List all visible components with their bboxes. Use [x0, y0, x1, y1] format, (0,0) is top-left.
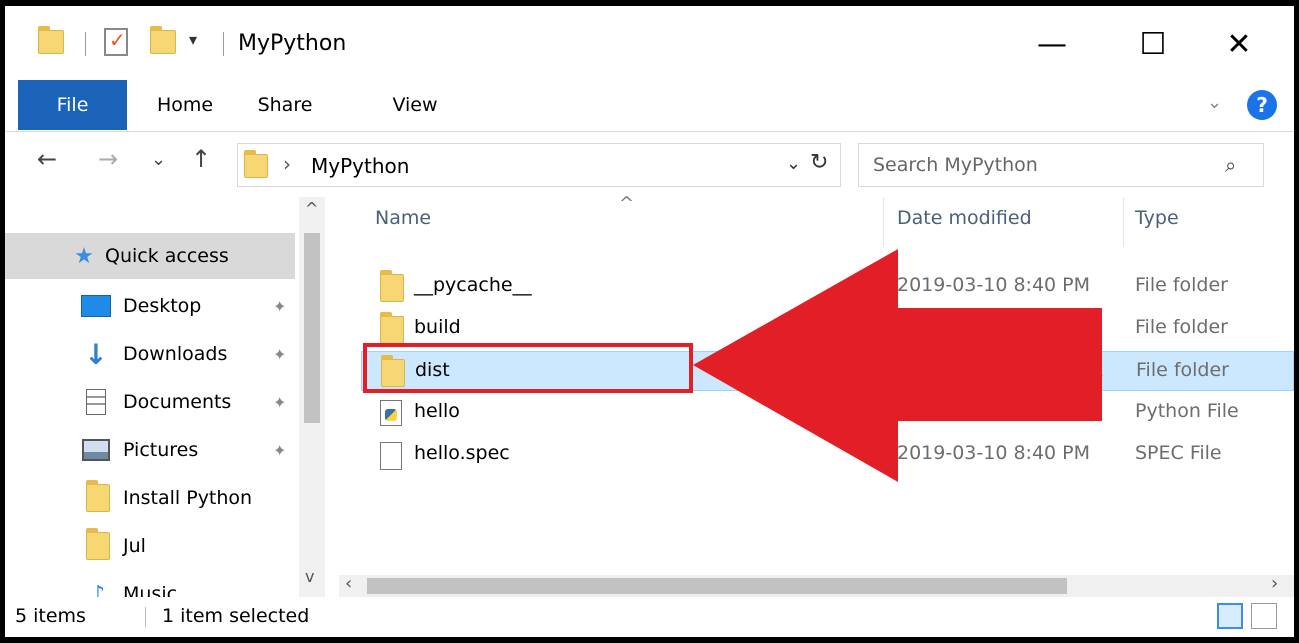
explorer-window: ▾ MyPython — ☐ ✕ File Home Share View ⌄ …: [5, 6, 1294, 637]
red-arrow-shape: [693, 249, 1102, 482]
red-arrow-annotation: [693, 249, 1102, 482]
